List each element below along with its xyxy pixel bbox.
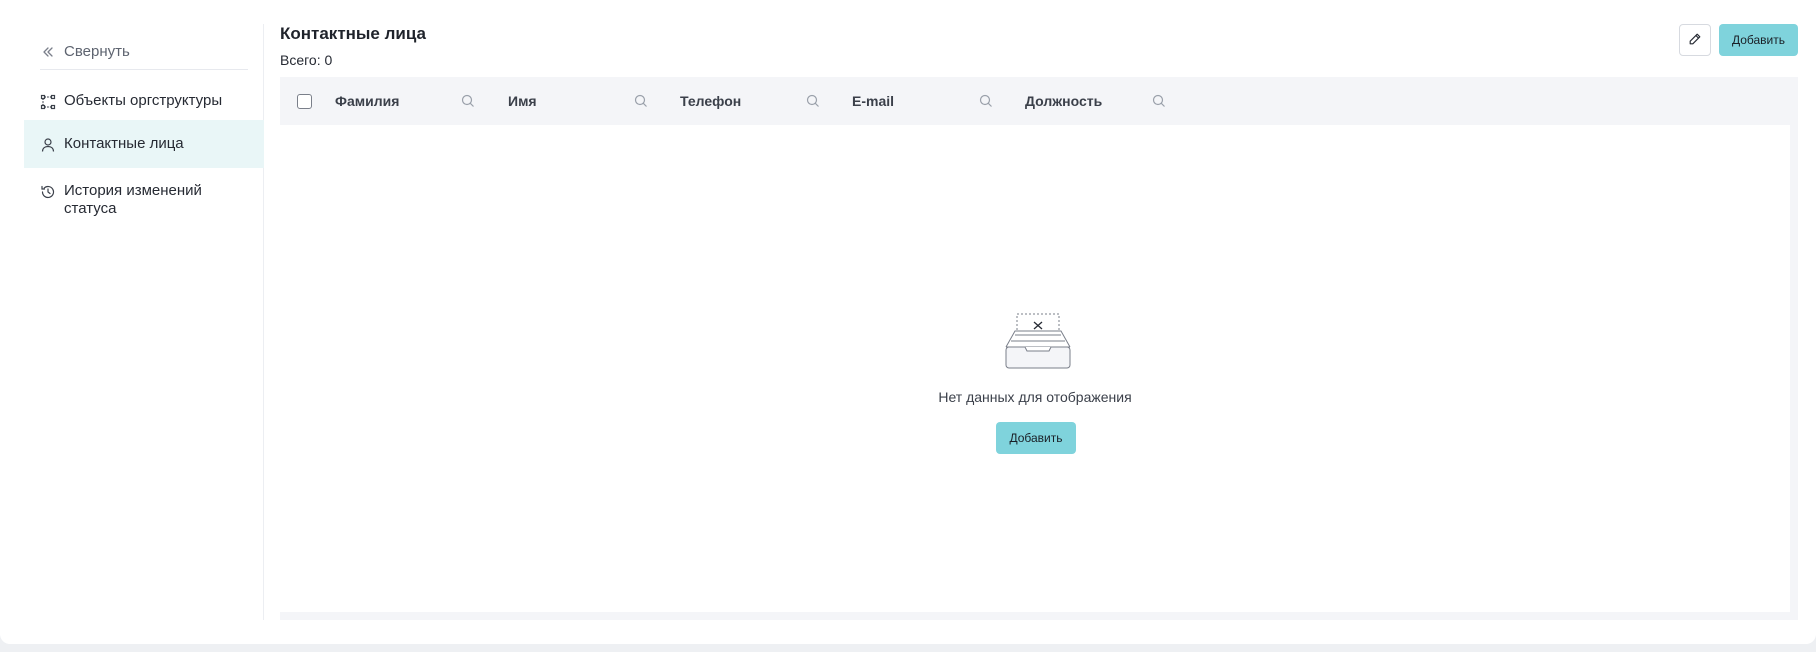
history-icon [40, 184, 56, 200]
collapse-label: Свернуть [64, 43, 130, 60]
column-header-position: Должность [1025, 77, 1167, 125]
sidebar-item-status-history[interactable]: История изменений статуса [24, 170, 264, 236]
sidebar-item-contacts[interactable]: Контактные лица [24, 120, 264, 168]
table-header: Фамилия Имя Телефон E-mail Должность [280, 77, 1798, 125]
empty-state-add-button[interactable]: Добавить [996, 422, 1076, 454]
pencil-icon [1688, 32, 1702, 49]
page-title: Контактные лица [280, 24, 426, 43]
contacts-table: Фамилия Имя Телефон E-mail Должность Нет… [280, 77, 1798, 620]
double-chevron-left-icon [40, 44, 56, 60]
app-frame: Свернуть Объекты оргструктуры Контактные… [0, 0, 1816, 644]
column-header-phone: Телефон [680, 77, 821, 125]
org-structure-icon [40, 94, 56, 110]
search-icon[interactable] [1151, 93, 1167, 109]
table-body: Нет данных для отображения Добавить [280, 125, 1790, 612]
empty-state-text: Нет данных для отображения [938, 389, 1132, 405]
column-label: Имя [508, 93, 537, 109]
main-content: Контактные лица Всего: 0 Добавить Фамили… [280, 24, 1798, 620]
column-header-firstname: Имя [508, 77, 649, 125]
select-all-checkbox[interactable] [297, 94, 312, 109]
column-header-email: E-mail [852, 77, 994, 125]
column-label: E-mail [852, 93, 895, 109]
sidebar-item-label: История изменений статуса [64, 182, 202, 217]
empty-inbox-icon [1005, 313, 1071, 369]
column-label: Телефон [680, 93, 742, 109]
total-count: Всего: 0 [280, 52, 333, 68]
column-label: Фамилия [335, 93, 400, 109]
search-icon[interactable] [633, 93, 649, 109]
empty-state: Нет данных для отображения Добавить [280, 125, 1790, 612]
sidebar-item-label: Контактные лица [64, 135, 184, 152]
collapse-sidebar-button[interactable]: Свернуть [40, 34, 248, 70]
sidebar: Свернуть Объекты оргструктуры Контактные… [24, 24, 264, 620]
sidebar-item-org-structure[interactable]: Объекты оргструктуры [24, 80, 264, 124]
column-label: Должность [1025, 93, 1103, 109]
column-header-lastname: Фамилия [335, 77, 476, 125]
search-icon[interactable] [978, 93, 994, 109]
search-icon[interactable] [805, 93, 821, 109]
edit-button[interactable] [1679, 24, 1711, 56]
person-icon [40, 137, 56, 153]
add-button[interactable]: Добавить [1719, 24, 1798, 56]
search-icon[interactable] [460, 93, 476, 109]
sidebar-item-label: Объекты оргструктуры [64, 92, 223, 109]
